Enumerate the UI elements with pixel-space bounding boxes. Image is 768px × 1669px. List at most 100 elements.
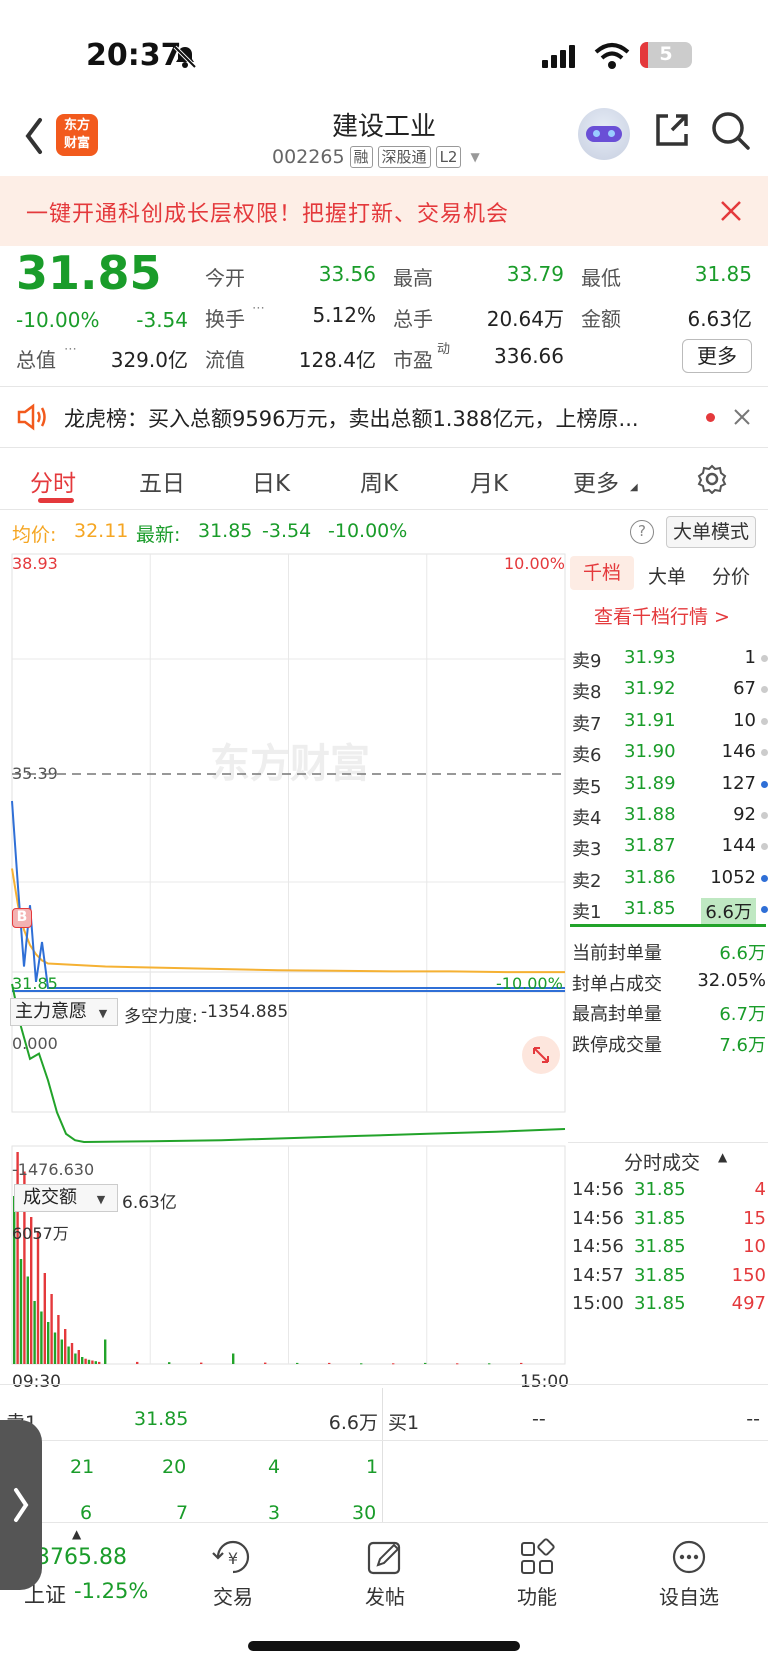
more-button[interactable]: 更多 (682, 339, 752, 373)
seal-stat-row: 封单占成交 32.05% (572, 967, 768, 997)
ask-volume: 1052 (710, 866, 756, 888)
tab-big-order[interactable]: 大单 (648, 562, 686, 589)
ask-row[interactable]: 卖2 31.86 1052 (572, 864, 768, 894)
amount-label: 金额 (581, 307, 621, 331)
low-value: 31.85 (694, 262, 752, 286)
queue-cell: 7 (176, 1502, 189, 1524)
sort-caret-icon: ▲ (718, 1150, 728, 1164)
volume-bar (36, 1231, 40, 1364)
info-dots-icon[interactable]: ⋯ (64, 342, 77, 357)
volume-bar (64, 1329, 67, 1364)
change-value: -3.54 (136, 308, 188, 332)
info-dots-icon[interactable]: ⋯ (252, 301, 265, 316)
index-value[interactable]: 3765.88 (36, 1545, 127, 1570)
more-caret-icon: ◢ (630, 482, 638, 493)
view-thousand-link[interactable]: 查看千档行情 > (594, 602, 730, 629)
tick-row: 14:56 31.85 15 (572, 1205, 768, 1235)
stock-code-row[interactable]: 002265 融 深股通 L2 ▼ (272, 146, 480, 168)
volume-bar (33, 1301, 36, 1364)
ask-dot (761, 780, 768, 788)
wifi-icon (594, 43, 630, 69)
dragon-tiger-notice[interactable]: 龙虎榜：买入总额9596万元，卖出总额1.388亿元，上榜原... (0, 387, 768, 447)
close-icon[interactable] (720, 200, 742, 222)
tick-volume: 4 (754, 1179, 766, 1200)
tick-time: 14:56 (572, 1236, 624, 1258)
tick-time: 14:56 (572, 1179, 624, 1200)
ask-volume: 127 (721, 772, 756, 794)
period-tabs: 分时 五日 日K 周K 月K 更多 ◢ (0, 448, 768, 510)
nav-functions[interactable]: 功能 (492, 1537, 582, 1610)
ask-label: 卖5 (572, 776, 602, 798)
buy-marker[interactable]: B (12, 908, 32, 928)
tag-level2: L2 (435, 146, 462, 168)
big-order-mode-button[interactable]: 大单模式 (666, 516, 756, 548)
volume-total: 6.63亿 (122, 1193, 177, 1213)
tab-five-day[interactable]: 五日 (139, 464, 185, 498)
volume-bar (168, 1362, 171, 1364)
ask-dot (761, 749, 768, 757)
indicator-bottom-label: -1476.630 (12, 1160, 95, 1179)
tab-thousand-level[interactable]: 千档 (570, 556, 634, 590)
pe-superscript: 动 (437, 342, 451, 357)
volume-bar (81, 1357, 84, 1364)
indicator-title: 多空力度: (124, 1007, 198, 1027)
indicator-select[interactable]: 主力意愿 ▼ (10, 998, 118, 1026)
order-book-panel: 千档 大单 分价 查看千档行情 > 卖9 31.93 1 卖8 31.92 67 卖7 31.… (568, 552, 768, 1382)
robot-avatar-icon[interactable] (578, 108, 630, 160)
intraday-chart[interactable]: 东方财富 38.93 10.00% 35.39 31.85 -10.00% B … (0, 552, 569, 1392)
ask-row[interactable]: 卖7 31.91 10 (572, 707, 768, 737)
tab-more[interactable]: 更多 (573, 464, 619, 498)
tab-day-k[interactable]: 日K (252, 464, 290, 498)
volume-bar (91, 1360, 94, 1364)
ticks-title[interactable]: 分时成交 (624, 1148, 700, 1175)
ask-row[interactable]: 卖5 31.89 127 (572, 770, 768, 800)
status-time: 20:37 (86, 38, 182, 73)
tab-intraday[interactable]: 分时 (30, 464, 76, 498)
ask-dot (761, 655, 768, 662)
y-top-label: 38.93 (12, 554, 58, 573)
ask-dot (761, 717, 768, 725)
queue-cell: 6 (80, 1502, 93, 1524)
expand-icon[interactable] (522, 1036, 560, 1074)
ask-dot (761, 874, 768, 882)
queue-cell: 1 (366, 1456, 379, 1478)
volume-bar (200, 1362, 203, 1364)
close-icon[interactable] (734, 409, 750, 425)
share-icon[interactable] (652, 110, 692, 150)
grid-apps-icon (521, 1538, 555, 1574)
stock-header: 东方 财富 建设工业 002265 融 深股通 L2 ▼ (0, 100, 768, 176)
nav-trade-label: 交易 (213, 1585, 253, 1609)
high-value: 33.79 (506, 262, 564, 286)
nav-trade[interactable]: ¥ 交易 (188, 1537, 278, 1610)
ask-row[interactable]: 卖9 31.93 1 (572, 644, 768, 674)
tab-price-dist[interactable]: 分价 (712, 562, 750, 589)
volume-bar (53, 1332, 57, 1364)
nav-add-watchlist[interactable]: 设自选 (644, 1537, 734, 1610)
ask-volume: 1 (744, 647, 756, 668)
seal-stat-value: 7.6万 (719, 1034, 766, 1056)
volume-bar (43, 1273, 46, 1364)
ask-row[interactable]: 卖6 31.90 146 (572, 738, 768, 768)
side-drawer-handle[interactable] (0, 1420, 42, 1590)
search-icon[interactable] (710, 110, 752, 152)
index-change: -1.25% (74, 1579, 149, 1603)
seal-stat-label: 跌停成交量 (572, 1034, 662, 1056)
ask-row[interactable]: 卖8 31.92 67 (572, 675, 768, 705)
help-icon[interactable]: ? (630, 520, 654, 544)
divider (568, 1142, 768, 1143)
tab-week-k[interactable]: 周K (360, 464, 398, 498)
tick-row: 14:56 31.85 10 (572, 1233, 768, 1263)
promo-banner[interactable]: 一键开通科创成长层权限！把握打新、交易机会 (0, 176, 768, 246)
settings-gear-icon[interactable] (697, 464, 727, 494)
tab-month-k[interactable]: 月K (470, 464, 508, 498)
ask-row[interactable]: 卖1 31.85 6.6万 (572, 895, 768, 925)
pct-top-label: 10.00% (504, 554, 566, 573)
ask-row[interactable]: 卖4 31.88 92 (572, 801, 768, 831)
nav-post[interactable]: 发帖 (340, 1537, 430, 1610)
tick-volume: 15 (743, 1207, 766, 1229)
ask-price: 31.85 (624, 898, 676, 920)
latest-label: 最新: (136, 524, 181, 546)
volume-select[interactable]: 成交额 ▼ (14, 1184, 118, 1212)
mktcap-label: 总值 (16, 348, 56, 372)
ask-row[interactable]: 卖3 31.87 144 (572, 832, 768, 862)
